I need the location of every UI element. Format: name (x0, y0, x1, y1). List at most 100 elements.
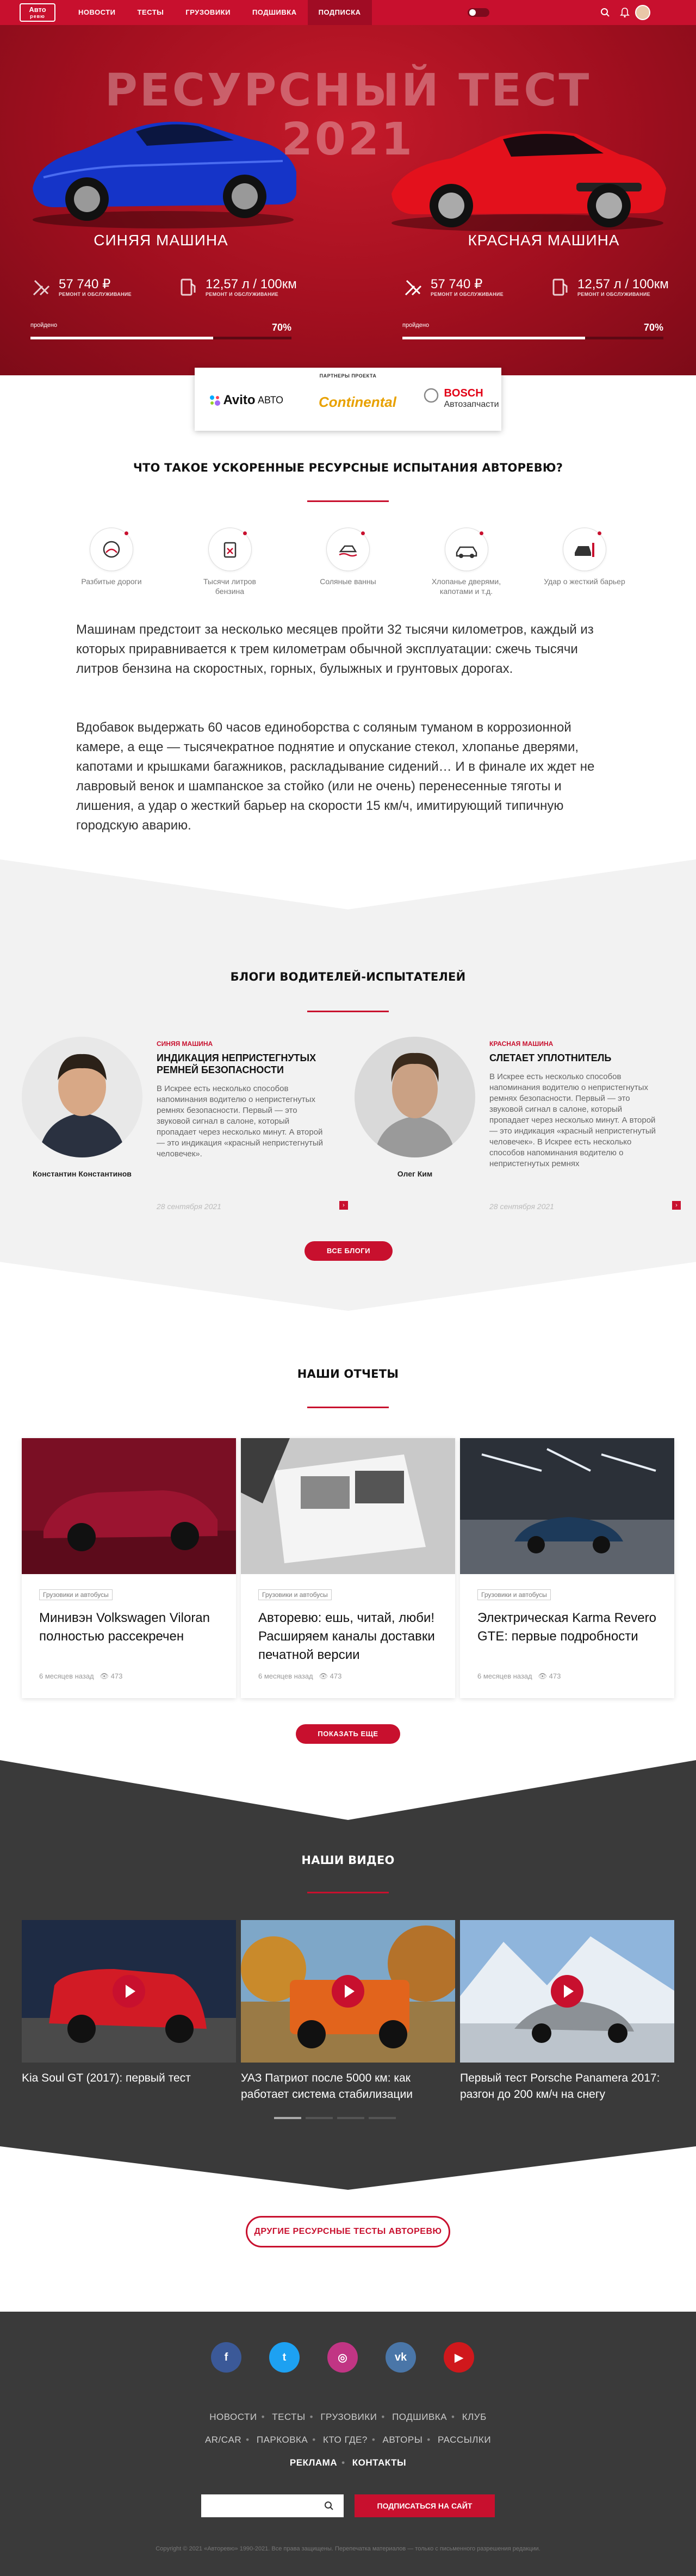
play-icon[interactable] (551, 1975, 583, 2008)
section-separator (0, 1760, 696, 1831)
vk-icon[interactable]: vk (386, 2342, 416, 2373)
report-tag[interactable]: Грузовики и автобусы (477, 1589, 551, 1600)
avito-logo[interactable]: Avito АВТО (209, 393, 283, 408)
blue-car-name: СИНЯЯ МАШИНА (94, 232, 228, 249)
nav-item-archive[interactable]: ПОДШИВКА (241, 0, 308, 25)
red-car-stats: 57 740 ₽ РЕМОНТ И ОБСЛУЖИВАНИЕ 12,57 л /… (402, 276, 685, 298)
report-card[interactable]: Грузовики и автобусы Минивэн Volkswagen … (22, 1438, 236, 1698)
wrench-icon (33, 280, 50, 296)
video-thumbnail (22, 1920, 236, 2063)
eye-icon: 👁 (100, 1672, 109, 1680)
bosch-logo[interactable]: BOSCH Автозапчасти (423, 387, 499, 410)
footer-link[interactable]: РЕКЛАМА (285, 2457, 341, 2468)
report-title[interactable]: Авторевю: ешь, читай, люби! Расширяем ка… (258, 1609, 438, 1664)
footer-link[interactable]: ПОДШИВКА (388, 2412, 451, 2422)
report-card[interactable]: Грузовики и автобусы Авторевю: ешь, чита… (241, 1438, 455, 1698)
red-cost-value: 57 740 ₽ (431, 277, 483, 292)
section-separator (0, 859, 696, 925)
nav-item-news[interactable]: НОВОСТИ (67, 0, 127, 25)
footer-link[interactable]: НОВОСТИ (205, 2412, 261, 2422)
report-time: 6 месяцев назад (258, 1672, 313, 1680)
report-title[interactable]: Минивэн Volkswagen Viloran полностью рас… (39, 1609, 219, 1646)
subscribe-button[interactable]: ПОДПИСАТЬСЯ НА САЙТ (355, 2494, 495, 2517)
feature-label: Разбитые дороги (81, 577, 142, 586)
search-icon[interactable] (600, 8, 610, 17)
nav-item-tests[interactable]: ТЕСТЫ (127, 0, 175, 25)
report-card[interactable]: Грузовики и автобусы Электрическая Karma… (460, 1438, 674, 1698)
blog-author-name: Константин Константинов (33, 1169, 132, 1178)
footer-link[interactable]: КОНТАКТЫ (348, 2457, 411, 2468)
crash-icon (563, 528, 606, 571)
footer-link[interactable]: AR/CAR (201, 2435, 246, 2445)
blog-author-name: Олег Ким (397, 1169, 433, 1178)
site-logo[interactable]: Авто ревю (20, 3, 55, 22)
blog-card[interactable]: Константин Константинов СИНЯЯ МАШИНА ИНД… (22, 1037, 348, 1222)
blog-excerpt: В Искрее есть несколько способов напомин… (157, 1084, 323, 1159)
video-title[interactable]: УАЗ Патриот после 5000 км: как работает … (241, 2070, 455, 2103)
youtube-icon[interactable]: ▶ (444, 2342, 474, 2373)
blog-card[interactable]: Олег Ким КРАСНАЯ МАШИНА СЛЕТАЕТ УПЛОТНИТ… (355, 1037, 681, 1222)
blog-category[interactable]: СИНЯЯ МАШИНА (157, 1040, 213, 1048)
footer-links-row-2: AR/CAR • ПАРКОВКА • КТО ГДЕ? • АВТОРЫ • РАСС… (0, 2435, 696, 2445)
red-progress-fill (402, 337, 585, 339)
facebook-icon[interactable]: f (211, 2342, 241, 2373)
slider-dot[interactable] (369, 2117, 396, 2119)
slider-dot[interactable] (306, 2117, 333, 2119)
play-icon[interactable] (332, 1975, 364, 2008)
video-card[interactable]: УАЗ Патриот после 5000 км: как работает … (241, 1920, 455, 2103)
nav-item-subscription[interactable]: ПОДПИСКА (307, 0, 372, 25)
blog-excerpt: В Искрее есть несколько способов напомин… (489, 1072, 656, 1168)
footer-link[interactable]: ТЕСТЫ (268, 2412, 309, 2422)
video-card[interactable]: Первый тест Porsche Panamera 2017: разго… (460, 1920, 674, 2103)
report-title[interactable]: Электрическая Karma Revero GTE: первые п… (477, 1609, 657, 1646)
blue-progress-percent: 70% (271, 322, 291, 333)
show-more-button[interactable]: ПОКАЗАТЬ ЕЩЕ (296, 1724, 400, 1744)
slider-dot[interactable] (337, 2117, 364, 2119)
footer-link[interactable]: ПАРКОВКА (252, 2435, 312, 2445)
twitter-icon[interactable]: t (269, 2342, 300, 2373)
subscribe-email-input[interactable] (201, 2494, 344, 2517)
footer-link[interactable]: КТО ГДЕ? (319, 2435, 372, 2445)
blog-title[interactable]: ИНДИКАЦИЯ НЕПРИСТЕГНУТЫХ РЕМНЕЙ БЕЗОПАСН… (157, 1052, 331, 1076)
videos-title: НАШИ ВИДЕО (301, 1854, 395, 1867)
footer: f t ◎ vk ▶ НОВОСТИ • ТЕСТЫ • ГРУЗОВИКИ • ПО… (0, 2312, 696, 2576)
red-progress-track (402, 337, 663, 339)
report-time: 6 месяцев назад (39, 1672, 94, 1680)
continental-logo[interactable]: Continental (319, 394, 396, 411)
all-blogs-button[interactable]: ВСЕ БЛОГИ (304, 1241, 393, 1261)
notification-icon[interactable] (620, 7, 630, 18)
report-views: 473 (110, 1672, 123, 1680)
about-paragraph-2: Вдобавок выдержать 60 часов единоборства… (76, 720, 595, 833)
footer-link[interactable]: ГРУЗОВИКИ (316, 2412, 381, 2422)
blog-category[interactable]: КРАСНАЯ МАШИНА (489, 1040, 553, 1048)
arrow-right-icon[interactable]: › (339, 1201, 348, 1210)
report-tag[interactable]: Грузовики и автобусы (258, 1589, 332, 1600)
report-views: 473 (330, 1672, 342, 1680)
video-card[interactable]: Kia Soul GT (2017): первый тест (22, 1920, 236, 2086)
video-title[interactable]: Kia Soul GT (2017): первый тест (22, 2070, 236, 2086)
slider-dot[interactable] (274, 2117, 301, 2119)
instagram-icon[interactable]: ◎ (327, 2342, 358, 2373)
search-icon[interactable] (324, 2501, 334, 2511)
play-icon[interactable] (113, 1975, 145, 2008)
arrow-right-icon[interactable]: › (672, 1201, 681, 1210)
blog-title[interactable]: СЛЕТАЕТ УПЛОТНИТЕЛЬ (489, 1052, 663, 1064)
avito-dots-icon (210, 395, 220, 406)
red-cost-label: РЕМОНТ И ОБСЛУЖИВАНИЕ (431, 292, 504, 297)
theme-toggle[interactable] (468, 8, 489, 17)
feature-rough-roads: Разбитые дороги (71, 528, 152, 596)
social-links: f t ◎ vk ▶ (211, 2342, 502, 2373)
footer-link[interactable]: РАССЫЛКИ (433, 2435, 495, 2445)
report-image (241, 1438, 455, 1574)
blue-car-image (33, 121, 296, 228)
user-avatar[interactable] (635, 5, 650, 20)
footer-link[interactable]: КЛУБ (458, 2412, 491, 2422)
nav-item-trucks[interactable]: ГРУЗОВИКИ (175, 0, 241, 25)
video-title[interactable]: Первый тест Porsche Panamera 2017: разго… (460, 2070, 674, 2103)
other-tests-button[interactable]: ДРУГИЕ РЕСУРСНЫЕ ТЕСТЫ АВТОРЕВЮ (246, 2216, 450, 2247)
report-tag[interactable]: Грузовики и автобусы (39, 1589, 113, 1600)
red-fuel-value: 12,57 л / 100км (577, 277, 669, 292)
footer-link[interactable]: АВТОРЫ (378, 2435, 427, 2445)
avito-name: Avito (223, 393, 256, 407)
blue-fuel-value: 12,57 л / 100км (206, 277, 297, 292)
